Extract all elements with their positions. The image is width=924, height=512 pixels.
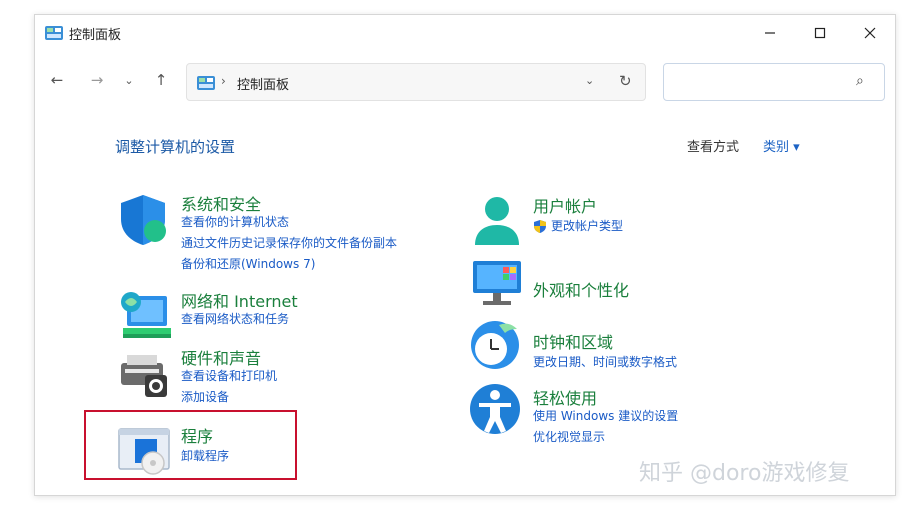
arrow-right-icon: → (90, 71, 104, 89)
link-devices-printers[interactable]: 查看设备和打印机 (181, 367, 277, 384)
uac-shield-icon (534, 220, 546, 233)
shield-icon[interactable] (117, 191, 173, 247)
search-icon[interactable]: ⌕ (856, 73, 864, 89)
link-windows-recommended-settings[interactable]: 使用 Windows 建议的设置 (533, 407, 678, 424)
link-add-device[interactable]: 添加设备 (181, 388, 229, 405)
refresh-icon[interactable]: ↻ (619, 72, 632, 90)
link-backup-restore-win7[interactable]: 备份和还原(Windows 7) (181, 255, 315, 272)
address-dropdown-icon[interactable]: ⌄ (585, 74, 594, 87)
link-change-date-time-format[interactable]: 更改日期、时间或数字格式 (533, 353, 677, 370)
category-title[interactable]: 轻松使用 (533, 385, 597, 409)
category-system-security: 系统和安全 查看你的计算机状态 通过文件历史记录保存你的文件备份副本 备份和还原… (117, 191, 447, 271)
breadcrumb-separator-icon: › (221, 74, 226, 88)
network-icon[interactable] (117, 288, 173, 344)
category-title[interactable]: 用户帐户 (533, 193, 597, 217)
link-network-status[interactable]: 查看网络状态和任务 (181, 310, 289, 327)
search-input[interactable] (670, 70, 850, 94)
category-title[interactable]: 时钟和区域 (533, 329, 613, 353)
control-panel-icon (45, 26, 63, 40)
category-network-internet: 网络和 Internet 查看网络状态和任务 (117, 288, 417, 348)
close-button[interactable] (847, 15, 893, 51)
category-title[interactable]: 网络和 Internet (181, 288, 298, 312)
category-hardware-sound: 硬件和声音 查看设备和打印机 添加设备 (117, 345, 417, 415)
view-by-dropdown[interactable]: 类别 ▾ (763, 136, 800, 155)
page-title: 调整计算机的设置 (115, 138, 236, 156)
back-button[interactable]: ← (43, 67, 71, 93)
address-bar[interactable]: › 控制面板 ⌄ ↻ (186, 63, 646, 101)
control-panel-window: 控制面板 ← → ⌄ ↑ › 控制面板 ⌄ ↻ ⌕ 调整计算机的设置 查看方式 … (34, 14, 896, 496)
title-bar: 控制面板 (35, 15, 895, 51)
link-view-computer-status[interactable]: 查看你的计算机状态 (181, 213, 289, 230)
category-appearance: 外观和个性化 (469, 255, 769, 311)
printer-icon[interactable] (117, 345, 173, 401)
watermark: 知乎 @doro游戏修复 (639, 461, 850, 486)
breadcrumb-control-panel[interactable]: 控制面板 (237, 74, 289, 93)
window-title: 控制面板 (69, 28, 122, 43)
monitor-icon[interactable] (469, 255, 525, 311)
maximize-icon (814, 27, 826, 39)
control-panel-icon (197, 76, 215, 90)
forward-button[interactable]: → (83, 67, 111, 93)
link-optimize-visual-display[interactable]: 优化视觉显示 (533, 428, 605, 445)
navigation-bar: ← → ⌄ ↑ › 控制面板 ⌄ ↻ ⌕ (35, 59, 895, 103)
user-icon[interactable] (469, 193, 525, 249)
highlight-frame (84, 410, 297, 480)
category-user-accounts: 用户帐户 更改帐户类型 (469, 193, 769, 253)
clock-icon[interactable] (469, 315, 525, 371)
category-title[interactable]: 外观和个性化 (533, 277, 629, 301)
up-button[interactable]: ↑ (147, 67, 175, 93)
category-title[interactable]: 硬件和声音 (181, 345, 261, 369)
search-box[interactable]: ⌕ (663, 63, 885, 101)
category-ease-of-access: 轻松使用 使用 Windows 建议的设置 优化视觉显示 (469, 383, 769, 445)
accessibility-icon[interactable] (469, 383, 525, 439)
close-icon (864, 27, 876, 39)
maximize-button[interactable] (797, 15, 843, 51)
recent-locations-button[interactable]: ⌄ (115, 67, 143, 93)
link-change-account-type[interactable]: 更改帐户类型 (551, 217, 623, 234)
view-by-label: 查看方式 (687, 140, 740, 155)
arrow-up-icon: ↑ (154, 71, 168, 89)
chevron-down-icon: ⌄ (124, 73, 134, 87)
minimize-button[interactable] (747, 15, 793, 51)
category-clock-region: 时钟和区域 更改日期、时间或数字格式 (469, 315, 769, 375)
minimize-icon (765, 32, 775, 34)
category-title[interactable]: 系统和安全 (181, 191, 261, 215)
link-file-history-backup[interactable]: 通过文件历史记录保存你的文件备份副本 (181, 234, 397, 251)
arrow-left-icon: ← (50, 71, 64, 89)
